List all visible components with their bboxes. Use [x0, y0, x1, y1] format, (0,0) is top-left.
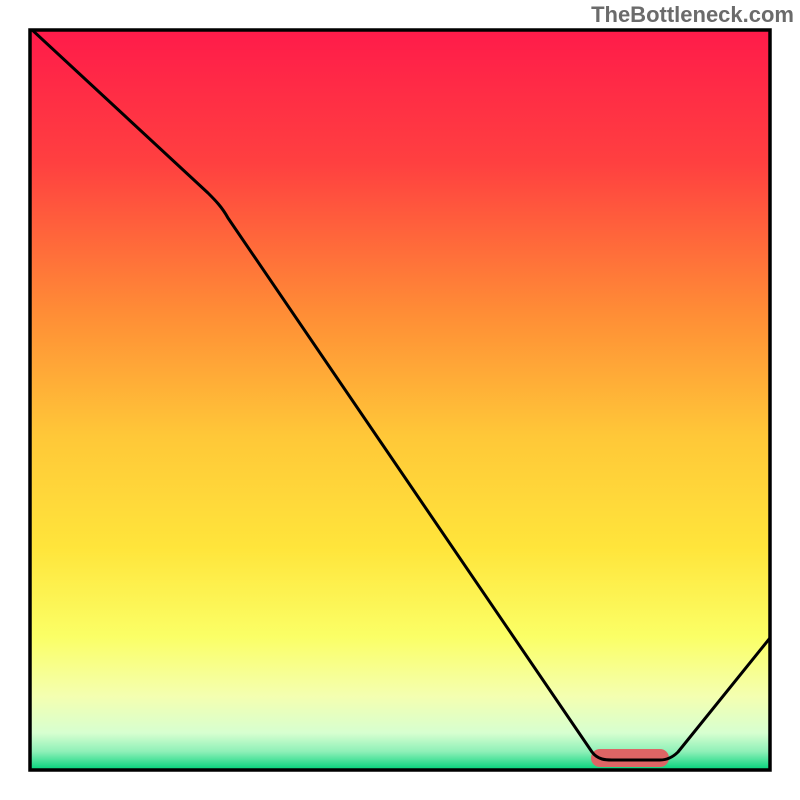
chart-svg: [0, 0, 800, 800]
chart-container: TheBottleneck.com: [0, 0, 800, 800]
watermark-label: TheBottleneck.com: [591, 2, 794, 28]
plot-background: [30, 30, 770, 770]
